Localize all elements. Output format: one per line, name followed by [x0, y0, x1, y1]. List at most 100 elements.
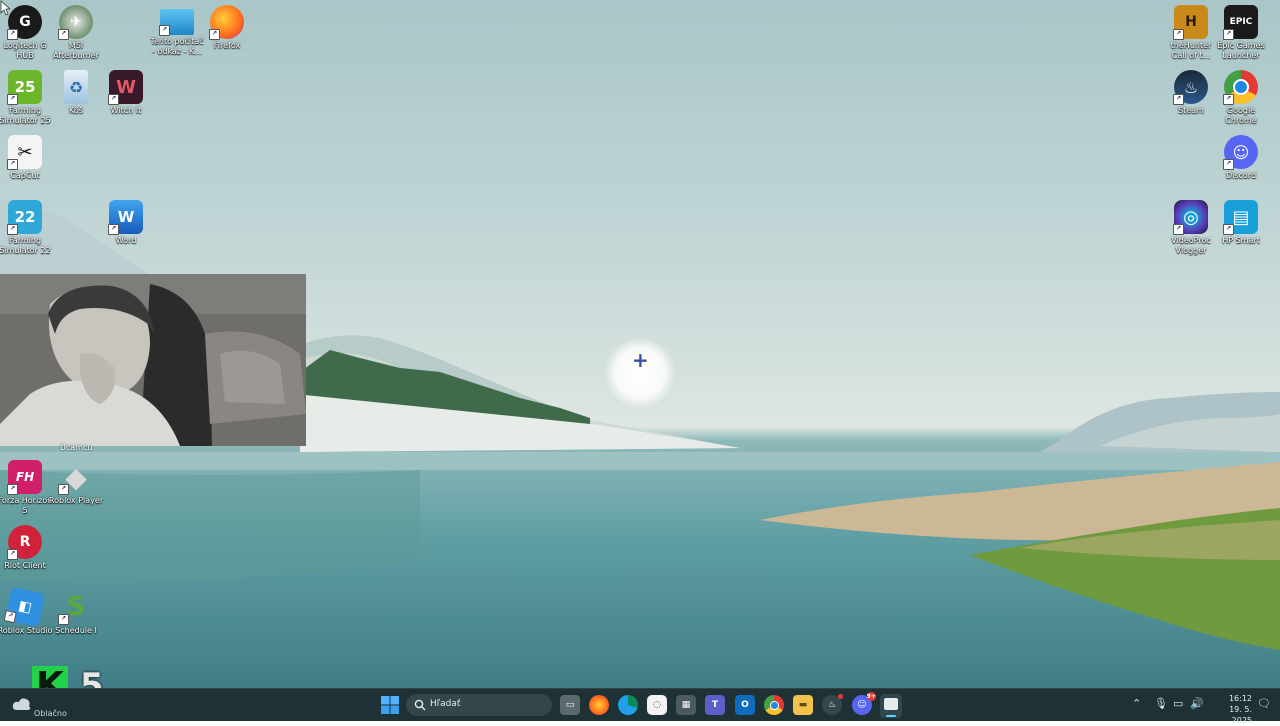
- taskbar-search-box[interactable]: Hľadať: [406, 694, 552, 716]
- shortcut-arrow-icon: ↗: [108, 94, 119, 105]
- desktop-icon-forza-horizon-5[interactable]: FH ↗ Forza Horizon 5: [0, 460, 53, 516]
- tray-chevron-up-icon[interactable]: ⌃: [1132, 697, 1141, 710]
- shortcut-arrow-icon: ↗: [7, 29, 18, 40]
- partial-icon-label: Ucamcu: [60, 443, 93, 452]
- task-view-icon[interactable]: ▭: [560, 695, 580, 715]
- desktop-icon-roblox-player[interactable]: ◆ ↗ Roblox Player: [48, 460, 104, 506]
- desktop-icon-farming-simulator-25[interactable]: 25 ↗ Farming Simulator 25: [0, 70, 53, 126]
- shortcut-arrow-icon: ↗: [7, 159, 18, 170]
- search-placeholder: Hľadať: [430, 699, 461, 709]
- thehunter-icon: H ↗: [1173, 5, 1208, 40]
- icon-label: Kôš: [69, 106, 83, 115]
- firefox-icon: ↗: [209, 5, 244, 40]
- icon-label: Witch It: [110, 106, 142, 115]
- shortcut-arrow-icon: ↗: [209, 29, 220, 40]
- notification-center-icon[interactable]: 🗨: [1257, 697, 1271, 710]
- forza-icon: FH ↗: [7, 460, 42, 495]
- shortcut-arrow-icon: ↗: [3, 610, 17, 624]
- microphone-icon[interactable]: 🎙: [1154, 697, 1168, 710]
- riot-icon: R ↗: [7, 525, 42, 560]
- monitor-icon: ↗: [159, 9, 194, 36]
- desktop-icon-steam[interactable]: ♨ ↗ Steam: [1163, 70, 1219, 116]
- epic-games-icon: EPIC ↗: [1223, 5, 1258, 40]
- desktop-icon-roblox-studio[interactable]: ◧ ↗ Roblox Studio: [0, 586, 53, 636]
- icon-label: theHunter Call of t...: [1170, 41, 1212, 60]
- desktop-icon-hp-smart[interactable]: ▤ ↗ HP Smart: [1213, 200, 1269, 246]
- icon-label: MSI Afterburner: [53, 41, 99, 60]
- shortcut-arrow-icon: ↗: [159, 25, 170, 36]
- fs25-icon: 25 ↗: [7, 70, 42, 105]
- taskbar-chrome-icon[interactable]: [764, 695, 784, 715]
- shortcut-arrow-icon: ↗: [58, 484, 69, 495]
- desktop-icon-thehunter[interactable]: H ↗ theHunter Call of t...: [1163, 5, 1219, 61]
- desktop-icon-epic-games[interactable]: EPIC ↗ Epic Games Launcher: [1213, 5, 1269, 61]
- icon-label: Farming Simulator 25: [0, 106, 51, 125]
- icon-label: HP Smart: [1222, 236, 1260, 245]
- icon-label: Steam: [1178, 106, 1204, 115]
- taskbar-steam-icon[interactable]: ♨: [822, 694, 843, 715]
- discord-icon: ☺ ↗: [1223, 135, 1258, 170]
- shortcut-arrow-icon: ↗: [1173, 94, 1184, 105]
- taskbar-edge-icon[interactable]: [618, 695, 638, 715]
- taskbar: Oblačno Hľadať ▭ ◌ ▦ T O ▬ ♨ ☺ 9+ ⌃ 🎙 ▭ 🔊…: [0, 688, 1280, 725]
- icon-label: Roblox Player: [48, 496, 104, 505]
- icon-label: Tento počítač - odkaz - K...: [150, 37, 204, 56]
- taskbar-clock[interactable]: 16:12 19. 5. 2025: [1208, 693, 1252, 726]
- videoproc-icon: ◎ ↗: [1173, 200, 1208, 235]
- desktop-icon-google-chrome[interactable]: ↗ Google Chrome: [1213, 70, 1269, 126]
- shortcut-arrow-icon: ↗: [7, 94, 18, 105]
- desktop-icon-farming-simulator-22[interactable]: 22 ↗ Farming Simulator 22: [0, 200, 53, 256]
- icon-label: Logitech G HUB: [3, 41, 47, 60]
- icon-label: Google Chrome: [1225, 106, 1257, 125]
- icon-label: Forza Horizon 5: [0, 496, 53, 515]
- shortcut-arrow-icon: ↗: [108, 224, 119, 235]
- icon-label: Word: [115, 236, 137, 245]
- desktop-icon-capcut[interactable]: ✂ ↗ CapCut: [0, 135, 53, 181]
- taskbar-discord-icon[interactable]: ☺ 9+: [852, 692, 876, 715]
- taskbar-firefox-icon[interactable]: [589, 695, 609, 715]
- desktop-icon-riot-client[interactable]: R ↗ Riot Client: [0, 525, 53, 571]
- desktop-icon-msi-afterburner[interactable]: ✈ ↗ MSI Afterburner: [48, 5, 104, 61]
- hp-smart-icon: ▤ ↗: [1223, 200, 1258, 235]
- schedule-icon: S ↗: [58, 590, 93, 625]
- witch-it-icon: W ↗: [108, 70, 143, 105]
- network-icon[interactable]: ▭: [1173, 697, 1183, 710]
- taskbar-copilot-icon[interactable]: ◌: [647, 695, 667, 715]
- webcam-feed-image: [0, 274, 306, 446]
- icon-label: Roblox Studio: [0, 626, 53, 635]
- volume-icon[interactable]: 🔊: [1190, 697, 1204, 710]
- taskbar-active-app[interactable]: [880, 694, 902, 718]
- icon-label: CapCut: [10, 171, 40, 180]
- desktop-icon-word[interactable]: W ↗ Word: [98, 200, 154, 246]
- windows-start-icon[interactable]: [380, 695, 400, 715]
- weather-widget[interactable]: Oblačno: [8, 693, 78, 718]
- icon-label: Discord: [1225, 171, 1257, 180]
- logitech-icon: G ↗: [7, 5, 42, 40]
- shortcut-arrow-icon: ↗: [1173, 29, 1184, 40]
- capcut-icon: ✂ ↗: [7, 135, 42, 170]
- notification-dot: [838, 694, 843, 699]
- desktop-icon-recycle-bin[interactable]: ♻ Kôš: [48, 70, 104, 116]
- active-indicator: [886, 715, 896, 717]
- taskbar-store-icon[interactable]: ▦: [676, 695, 696, 715]
- desktop-icon-videoproc-vlogger[interactable]: ◎ ↗ VideoProc Vlogger: [1163, 200, 1219, 256]
- weather-label: Oblačno: [34, 709, 67, 718]
- icon-label: Firefox: [213, 41, 241, 50]
- desktop-icon-discord[interactable]: ☺ ↗ Discord: [1213, 135, 1269, 181]
- taskbar-outlook-icon[interactable]: O: [735, 695, 755, 715]
- icon-label: Farming Simulator 22: [0, 236, 51, 255]
- shortcut-arrow-icon: ↗: [1223, 29, 1234, 40]
- desktop-icon-this-pc[interactable]: ↗ Tento počítač - odkaz - K...: [149, 5, 205, 57]
- icon-label: Riot Client: [4, 561, 46, 570]
- shortcut-arrow-icon: ↗: [58, 29, 69, 40]
- discord-notification-badge: 9+: [866, 692, 876, 701]
- taskbar-file-explorer-icon[interactable]: ▬: [793, 695, 813, 715]
- desktop-icon-witch-it[interactable]: W ↗ Witch It: [98, 70, 154, 116]
- desktop-icon-firefox[interactable]: ↗ Firefox: [199, 5, 255, 51]
- shortcut-arrow-icon: ↗: [7, 484, 18, 495]
- desktop-icon-logitech-g-hub[interactable]: G ↗ Logitech G HUB: [0, 5, 53, 61]
- taskbar-teams-icon[interactable]: T: [705, 695, 725, 715]
- window-app-icon: [884, 698, 898, 710]
- desktop-icon-schedule-i[interactable]: S ↗ Schedule I: [48, 590, 104, 636]
- steam-icon: ♨ ↗: [1173, 70, 1208, 105]
